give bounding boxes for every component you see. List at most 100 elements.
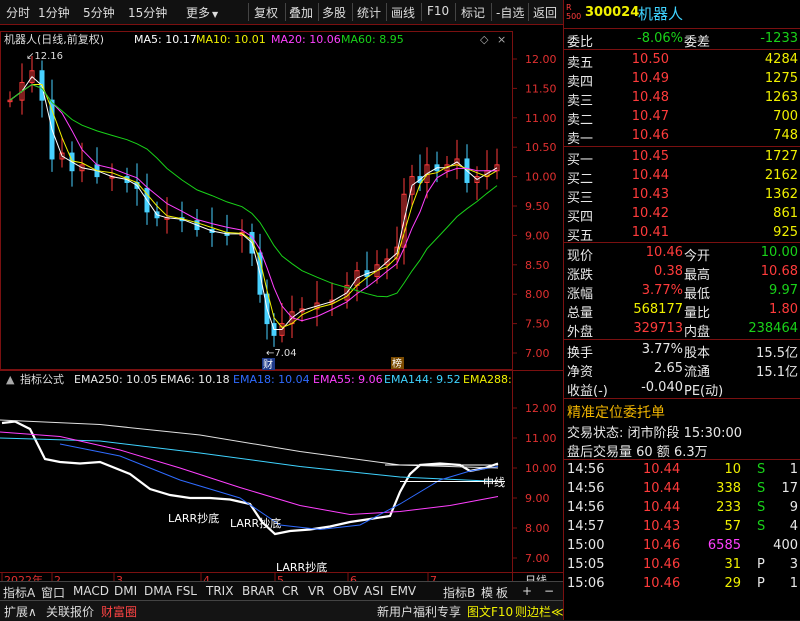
tick-row: 14:56 10.44 338 S 17 <box>564 480 800 499</box>
tab-1min[interactable]: 1分钟 <box>38 4 70 21</box>
tick-time: 15:06 <box>567 576 605 591</box>
precise-order-row[interactable]: 精准定位委托单 <box>564 401 800 421</box>
ask-level-label: 卖五 <box>567 56 594 71</box>
ask-volume: 4284 <box>764 52 798 67</box>
tick-row: 15:06 10.46 29 P 1 <box>564 575 800 594</box>
y-tick-label: 9.00 <box>525 229 550 242</box>
tab-5min[interactable]: 5分钟 <box>83 4 115 21</box>
stat-label: 股本 <box>684 346 711 361</box>
tab-indicator-b[interactable]: 指标B <box>443 584 475 601</box>
tab-window[interactable]: 窗口 <box>41 584 65 601</box>
after-hours-row: 盘后交易量 60 额 6.3万 <box>564 440 800 460</box>
tab-dma[interactable]: DMA <box>144 584 172 598</box>
tab-emv[interactable]: EMV <box>390 584 416 598</box>
stat-row: 现价 10.46 今开 10.00 <box>564 244 800 264</box>
indicator-collapse-icon[interactable]: ▲ <box>6 373 15 386</box>
tab-fsl[interactable]: FSL <box>176 584 197 598</box>
chevron-down-icon: ▼ <box>212 10 219 19</box>
tab-template-1[interactable]: 模 <box>481 584 493 601</box>
close-icon[interactable]: × <box>497 33 506 46</box>
tick-count: 17 <box>781 481 798 496</box>
f10-button[interactable]: F10 <box>427 4 449 18</box>
trade-status: 交易状态: 闭市阶段 15:30:00 <box>567 426 743 441</box>
tab-macd[interactable]: MACD <box>73 584 109 598</box>
tick-time: 14:56 <box>567 500 605 515</box>
tab-indicator-a[interactable]: 指标A <box>3 584 35 601</box>
tab-template-2[interactable]: 板 <box>496 584 508 601</box>
stock-name: 机器人 <box>638 5 684 23</box>
wei-bi-label: 委比 <box>567 35 594 50</box>
stat-label: PE(动) <box>684 384 724 399</box>
f10-graphic-button[interactable]: 图文F10 <box>467 603 513 620</box>
midline-annotation: 中线 <box>483 475 505 489</box>
stat-label: 最低 <box>684 287 711 302</box>
back-button[interactable]: 返回 <box>533 4 557 21</box>
chart-title: 机器人(日线,前复权) <box>4 32 104 46</box>
ask-volume: 748 <box>773 128 798 143</box>
tick-time: 14:56 <box>567 481 605 496</box>
tick-count: 1 <box>789 576 798 591</box>
indicator-y-tick-label: 12.00 <box>525 402 557 415</box>
wealth-circle-button[interactable]: 财富圈 <box>101 603 137 620</box>
ask-level-label: 卖一 <box>567 132 594 147</box>
tick-side: P <box>757 576 765 591</box>
tab-dmi[interactable]: DMI <box>114 584 137 598</box>
stat-value: 15.1亿 <box>756 365 798 380</box>
tab-intraday[interactable]: 分时 <box>6 4 30 21</box>
kline-chart[interactable]: 机器人(日线,前复权) MA5: 10.17 MA10: 10.01 MA20: 1… <box>0 25 563 593</box>
bid-volume: 861 <box>773 206 798 221</box>
ma-lines <box>9 75 498 330</box>
low-label: ←7.04 <box>266 348 297 359</box>
bid-row: 买四 10.42 861 <box>564 205 800 225</box>
tab-cr[interactable]: CR <box>282 584 299 598</box>
ask-price: 10.50 <box>631 52 669 67</box>
stat-label: 换手 <box>567 346 594 361</box>
tick-volume: 31 <box>724 557 741 572</box>
related-quotes-button[interactable]: 关联报价 <box>46 603 94 620</box>
indicator-label-3: EMA55: 9.06 <box>313 373 383 386</box>
tab-obv[interactable]: OBV <box>333 584 359 598</box>
indicator-label-1: EMA6: 10.18 <box>160 373 230 386</box>
finance-marker-label: 财 <box>263 358 273 371</box>
y-tick-label: 8.50 <box>525 259 550 272</box>
overlay-button[interactable]: 叠加 <box>289 4 313 21</box>
stats-button[interactable]: 统计 <box>357 4 381 21</box>
tab-15min[interactable]: 15分钟 <box>128 4 167 21</box>
bid-volume: 2162 <box>764 168 798 183</box>
tab-trix[interactable]: TRIX <box>206 584 233 598</box>
larr-annotation-3: LARR抄底 <box>276 560 327 574</box>
bid-volume: 925 <box>773 225 798 240</box>
diamond-icon[interactable]: ◇ <box>480 33 489 46</box>
tab-asi[interactable]: ASI <box>364 584 383 598</box>
tab-vr[interactable]: VR <box>308 584 325 598</box>
multi-stock-button[interactable]: 多股 <box>322 4 346 21</box>
indicator-y-tick-label: 7.00 <box>525 552 550 565</box>
tick-volume: 233 <box>716 500 741 515</box>
tab-more[interactable]: 更多 ▼ <box>186 4 218 21</box>
tick-count: 400 <box>773 538 798 553</box>
remove-button[interactable]: − <box>544 584 554 598</box>
adjust-button[interactable]: 复权 <box>254 4 278 21</box>
tab-brar[interactable]: BRAR <box>242 584 275 598</box>
tick-side: S <box>757 500 766 515</box>
indicator-legend: EMA250: 10.05 EMA6: 10.18 EMA18: 10.04 EMA5… <box>74 373 512 386</box>
mark-button[interactable]: 标记 <box>461 4 485 21</box>
tick-count: 1 <box>789 462 798 477</box>
trade-status-row: 交易状态: 闭市阶段 15:30:00 <box>564 421 800 441</box>
expand-button[interactable]: 扩展∧ <box>4 603 37 620</box>
add-watchlist-button[interactable]: -自选 <box>496 4 524 21</box>
stat-value: 9.97 <box>769 283 798 298</box>
stat-label: 收益(-) <box>567 384 608 399</box>
ask-level-label: 卖二 <box>567 113 594 128</box>
ask-row: 卖二 10.47 700 <box>564 108 800 128</box>
tick-volume: 29 <box>724 576 741 591</box>
add-button[interactable]: + <box>522 584 532 598</box>
sidebar-toggle[interactable]: 则边栏≪ <box>515 603 564 620</box>
y-tick-label: 10.50 <box>525 141 557 154</box>
ma-label-1: MA10: 10.01 <box>196 33 266 46</box>
new-user-link[interactable]: 新用户福利专享 <box>377 603 461 620</box>
ma-label-0: MA5: 10.17 <box>134 33 197 46</box>
tick-row: 15:00 10.46 6585 400 <box>564 537 800 556</box>
stat-label: 最高 <box>684 268 711 283</box>
draw-line-button[interactable]: 画线 <box>391 4 415 21</box>
